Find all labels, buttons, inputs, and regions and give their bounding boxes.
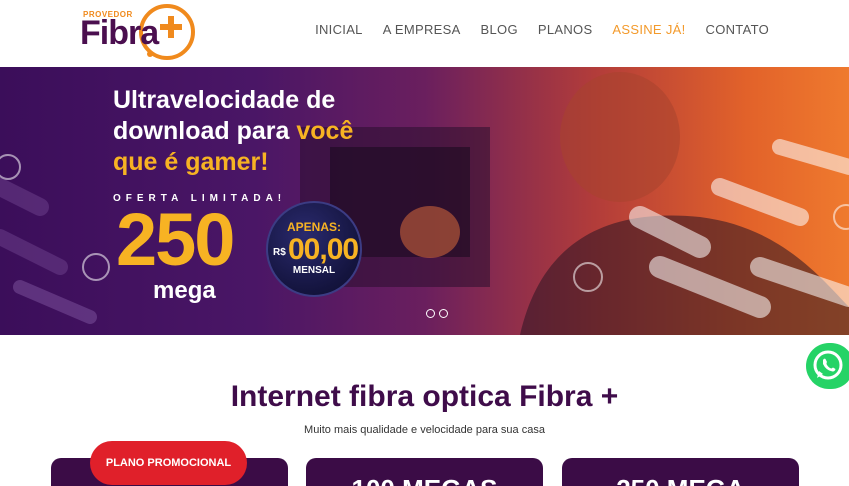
plan-card-3[interactable]: 250 MEGA	[562, 458, 799, 486]
price-currency: R$	[273, 247, 286, 258]
site-header: PROVEDOR Fibra INICIAL A EMPRESA BLOG PL…	[0, 0, 849, 67]
plan-card-3-title: 250 MEGA	[562, 474, 799, 486]
nav-item-planos[interactable]: PLANOS	[528, 22, 603, 37]
plan-card-2[interactable]: 100 MEGAS	[306, 458, 543, 486]
brand-name: Fibra	[80, 14, 159, 52]
hero-headline-line1: Ultravelocidade de	[113, 86, 336, 114]
price-badge: APENAS: R$ 00,00 MENSAL	[266, 201, 362, 297]
brand-logo[interactable]: PROVEDOR Fibra	[80, 2, 202, 64]
nav-item-empresa[interactable]: A EMPRESA	[373, 22, 471, 37]
carousel-dot-1[interactable]	[426, 309, 435, 318]
price-period: MENSAL	[292, 265, 336, 276]
hero-headline-line3: que é gamer!	[113, 148, 269, 176]
hero-headline-accent: você	[296, 117, 354, 145]
main-nav: INICIAL A EMPRESA BLOG PLANOS ASSINE JÁ!…	[305, 22, 779, 37]
plan-card-2-title: 100 MEGAS	[306, 474, 543, 486]
hero-headline: Ultravelocidade de download para você qu…	[113, 85, 393, 178]
promo-badge: PLANO PROMOCIONAL	[90, 441, 247, 485]
carousel-dots	[426, 309, 448, 318]
section-subtitle: Muito mais qualidade e velocidade para s…	[304, 424, 545, 436]
nav-item-inicial[interactable]: INICIAL	[305, 22, 373, 37]
hero-headline-line2-a: download para	[113, 117, 297, 145]
nav-item-contato[interactable]: CONTATO	[696, 22, 780, 37]
speed-value: 250	[116, 198, 235, 281]
price-label: APENAS:	[286, 220, 341, 234]
carousel-dot-2[interactable]	[439, 309, 448, 318]
section-title: Internet fibra optica Fibra +	[230, 380, 619, 413]
price-value: 00,00	[288, 233, 359, 266]
hero-banner[interactable]: Ultravelocidade de download para você qu…	[0, 67, 849, 335]
nav-item-assine[interactable]: ASSINE JÁ!	[602, 22, 695, 37]
speed-unit: mega	[153, 277, 216, 304]
hero-headline-line2: download para você	[113, 116, 393, 147]
nav-item-blog[interactable]: BLOG	[471, 22, 528, 37]
